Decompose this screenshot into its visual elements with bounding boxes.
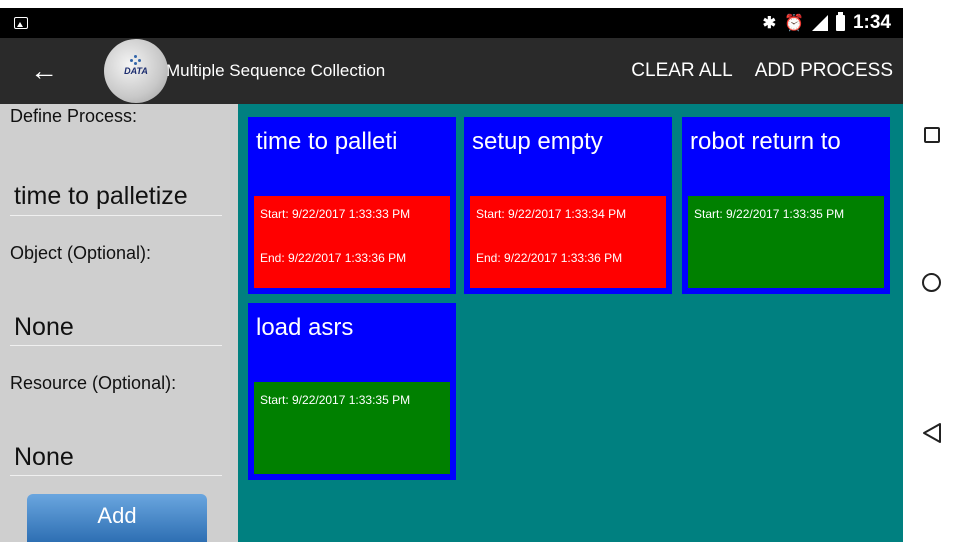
status-bar: ✱ ⏰ 1:34 <box>0 8 903 38</box>
process-card[interactable]: robot return to Start: 9/22/2017 1:33:35… <box>682 117 890 294</box>
android-nav-bar <box>903 8 955 542</box>
card-title: setup empty <box>472 128 603 155</box>
add-button[interactable]: Add <box>27 494 207 542</box>
card-title: load asrs <box>256 314 354 341</box>
back-arrow-icon[interactable]: ← <box>30 57 70 85</box>
top-strip <box>0 0 955 8</box>
object-label: Object (Optional): <box>10 243 152 263</box>
app-title: Multiple Sequence Collection <box>166 61 386 80</box>
status-time: 1:34 <box>852 12 891 33</box>
object-field[interactable]: None <box>14 313 74 342</box>
recents-icon[interactable] <box>924 127 940 143</box>
home-icon[interactable] <box>922 273 941 292</box>
battery-icon <box>835 12 845 31</box>
define-process-field[interactable]: time to palletize <box>14 182 188 211</box>
process-grid: time to palleti Start: 9/22/2017 1:33:33… <box>238 104 903 542</box>
bluetooth-icon: ✱ <box>762 15 777 32</box>
process-form: Define Process: time to palletize Object… <box>0 104 238 542</box>
process-card[interactable]: setup empty Start: 9/22/2017 1:33:34 PM … <box>464 117 672 294</box>
card-title: time to palleti <box>256 128 398 155</box>
nav-back-icon[interactable] <box>922 422 942 444</box>
clear-all-button[interactable]: CLEAR ALL <box>631 60 732 82</box>
app-bar: ← DATA Multiple Sequence Collection CLEA… <box>0 38 903 104</box>
process-card[interactable]: time to palleti Start: 9/22/2017 1:33:33… <box>248 117 456 294</box>
timing-panel: Start: 9/22/2017 1:33:33 PM End: 9/22/20… <box>254 196 450 288</box>
start-time: Start: 9/22/2017 1:33:35 PM <box>260 393 411 407</box>
resource-field[interactable]: None <box>14 443 74 472</box>
end-time: End: 9/22/2017 1:33:36 PM <box>260 251 407 265</box>
object-underline <box>10 345 222 346</box>
timing-panel: Start: 9/22/2017 1:33:34 PM End: 9/22/20… <box>470 196 666 288</box>
lte-signal-icon <box>811 15 828 31</box>
resource-label: Resource (Optional): <box>10 373 177 393</box>
start-time: Start: 9/22/2017 1:33:33 PM <box>260 207 411 221</box>
timing-panel: Start: 9/22/2017 1:33:35 PM <box>688 196 884 288</box>
logo-dots-icon <box>130 55 142 65</box>
resource-underline <box>10 475 222 476</box>
process-card[interactable]: load asrs Start: 9/22/2017 1:33:35 PM <box>248 303 456 480</box>
image-icon <box>14 17 28 29</box>
end-time: End: 9/22/2017 1:33:36 PM <box>476 251 623 265</box>
timing-panel: Start: 9/22/2017 1:33:35 PM <box>254 382 450 474</box>
alarm-icon: ⏰ <box>784 15 804 32</box>
card-title: robot return to <box>690 128 841 155</box>
start-time: Start: 9/22/2017 1:33:35 PM <box>694 207 845 221</box>
logo-text: DATA <box>124 66 148 76</box>
define-process-label: Define Process: <box>10 106 138 126</box>
start-time: Start: 9/22/2017 1:33:34 PM <box>476 207 627 221</box>
define-process-underline <box>10 215 222 216</box>
add-process-button[interactable]: ADD PROCESS <box>755 60 893 82</box>
app-logo: DATA <box>104 39 168 103</box>
